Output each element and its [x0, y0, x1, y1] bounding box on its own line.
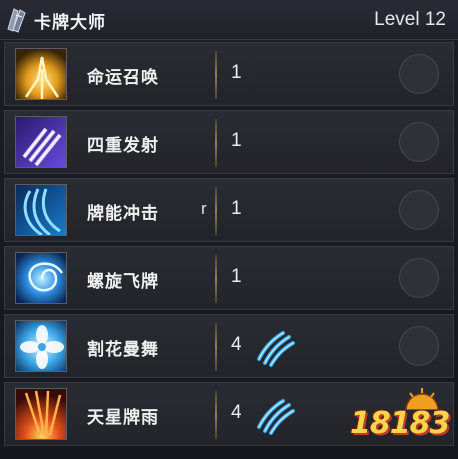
star-card-rain-icon [15, 388, 67, 440]
claw-rank-icon [257, 331, 295, 367]
skill-rank: 1 [231, 130, 242, 151]
row-divider [215, 323, 217, 371]
row-divider [215, 187, 217, 235]
skill-rank: 4 [231, 402, 242, 423]
watermark-text: 18183 [350, 406, 450, 441]
skill-name: 天星牌雨 [87, 408, 159, 428]
skill-slot[interactable] [399, 190, 439, 230]
skill-slot[interactable] [399, 326, 439, 366]
skill-slot[interactable] [399, 122, 439, 162]
site-watermark-logo: 18183 [350, 388, 454, 456]
champion-level: Level 12 [374, 9, 446, 30]
row-divider [215, 51, 217, 99]
row-divider [215, 391, 217, 439]
skill-row[interactable]: 螺旋飞牌 1 [4, 246, 454, 310]
row-divider [215, 119, 217, 167]
flower-dance-icon [15, 320, 67, 372]
skill-rank: 4 [231, 334, 242, 355]
skill-rank: 1 [231, 266, 242, 287]
skill-name: 螺旋飞牌 [87, 272, 159, 292]
skill-panel: 卡牌大师 Level 12 命运召唤 1 四重发射 1 牌能冲击 r 1 螺旋飞… [0, 0, 458, 459]
spiral-card-blue-icon [15, 252, 67, 304]
skill-row[interactable]: 割花曼舞 4 [4, 314, 454, 378]
skill-slot[interactable] [399, 258, 439, 298]
skill-rank: 1 [231, 62, 242, 83]
skill-name: 命运召唤 [87, 68, 159, 88]
card-impact-blue-icon [15, 184, 67, 236]
skill-row[interactable]: 命运召唤 1 [4, 42, 454, 106]
quad-shot-purple-icon [15, 116, 67, 168]
skill-rank: 1 [231, 198, 242, 219]
skill-row[interactable]: 牌能冲击 r 1 [4, 178, 454, 242]
skill-name: 四重发射 [87, 136, 159, 156]
skill-hotkey: r [201, 199, 207, 218]
row-divider [215, 255, 217, 303]
card-deck-icon [7, 8, 26, 33]
skill-name: 割花曼舞 [87, 340, 159, 360]
champion-name: 卡牌大师 [34, 13, 106, 33]
skill-name: 牌能冲击 [87, 204, 159, 224]
skill-slot[interactable] [399, 54, 439, 94]
panel-header: 卡牌大师 Level 12 [0, 0, 458, 40]
claw-rank-icon [257, 399, 295, 435]
skill-row[interactable]: 四重发射 1 [4, 110, 454, 174]
destiny-gold-burst-icon [15, 48, 67, 100]
